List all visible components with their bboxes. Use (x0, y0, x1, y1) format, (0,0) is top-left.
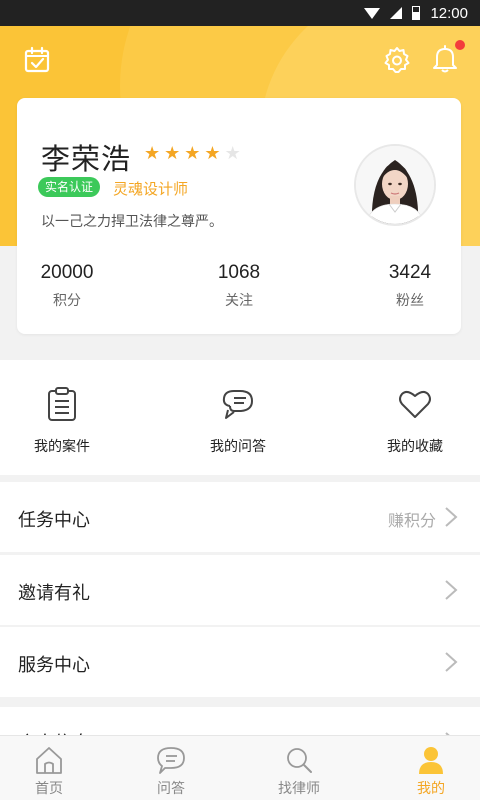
tab-home[interactable]: 首页 (0, 736, 109, 800)
tab-mine[interactable]: 我的 (371, 736, 480, 800)
menu-service-center[interactable]: 服务中心 (0, 627, 480, 697)
chevron-right-icon (445, 580, 458, 600)
profile-stats: 20000 积分 1068 关注 3424 粉丝 (17, 262, 461, 312)
user-title: 灵魂设计师 (113, 180, 189, 198)
star-icon: ★ (204, 143, 221, 164)
star-icon: ★ (224, 143, 241, 164)
rating-stars: ★ ★ ★ ★ ★ (144, 145, 241, 163)
home-icon (36, 747, 62, 774)
my-cases-button[interactable]: 我的案件 (2, 360, 122, 475)
star-icon: ★ (184, 143, 201, 164)
notification-dot (455, 40, 465, 50)
tab-find-lawyer[interactable]: 找律师 (239, 736, 359, 800)
quick-actions: 我的案件 我的问答 我的收藏 (0, 360, 480, 475)
bottom-tab-bar: 首页 问答 找律师 我的 (0, 735, 480, 800)
stat-followers[interactable]: 3424 粉丝 (380, 262, 440, 310)
stat-following[interactable]: 1068 关注 (209, 262, 269, 310)
chevron-right-icon (445, 507, 458, 527)
profile-card: 李荣浩 ★ ★ ★ ★ ★ 实名认证 灵魂设计师 以一己之力捍卫法律之尊严。 20000… (17, 98, 461, 334)
heart-icon (399, 390, 431, 418)
chevron-right-icon (445, 652, 458, 672)
status-time: 12:00 (430, 4, 468, 22)
verified-badge: 实名认证 (38, 177, 101, 197)
earn-points-hint: 赚积分 (387, 511, 436, 530)
chat-icon (157, 747, 185, 774)
menu-task-center[interactable]: 任务中心 赚积分 (0, 482, 480, 552)
person-icon (419, 747, 443, 774)
stat-points[interactable]: 20000 积分 (37, 262, 97, 310)
tab-qa[interactable]: 问答 (111, 736, 231, 800)
user-name: 李荣浩 (41, 142, 132, 176)
chat-bubbles-icon (222, 390, 254, 419)
my-favorites-button[interactable]: 我的收藏 (355, 360, 475, 475)
calendar-check-icon[interactable] (22, 45, 52, 75)
user-signature: 以一己之力捍卫法律之尊严。 (41, 214, 223, 230)
menu-invite[interactable]: 邀请有礼 (0, 555, 480, 625)
wifi-icon (364, 7, 381, 19)
my-qa-button[interactable]: 我的问答 (178, 360, 298, 475)
search-icon (287, 748, 312, 773)
clipboard-icon (48, 387, 76, 421)
star-icon: ★ (164, 143, 181, 164)
status-bar: 12:00 (0, 0, 480, 26)
signal-icon (390, 7, 403, 19)
avatar[interactable] (354, 144, 436, 226)
battery-icon (412, 6, 421, 20)
gear-icon[interactable] (382, 45, 412, 75)
star-icon: ★ (144, 143, 161, 164)
